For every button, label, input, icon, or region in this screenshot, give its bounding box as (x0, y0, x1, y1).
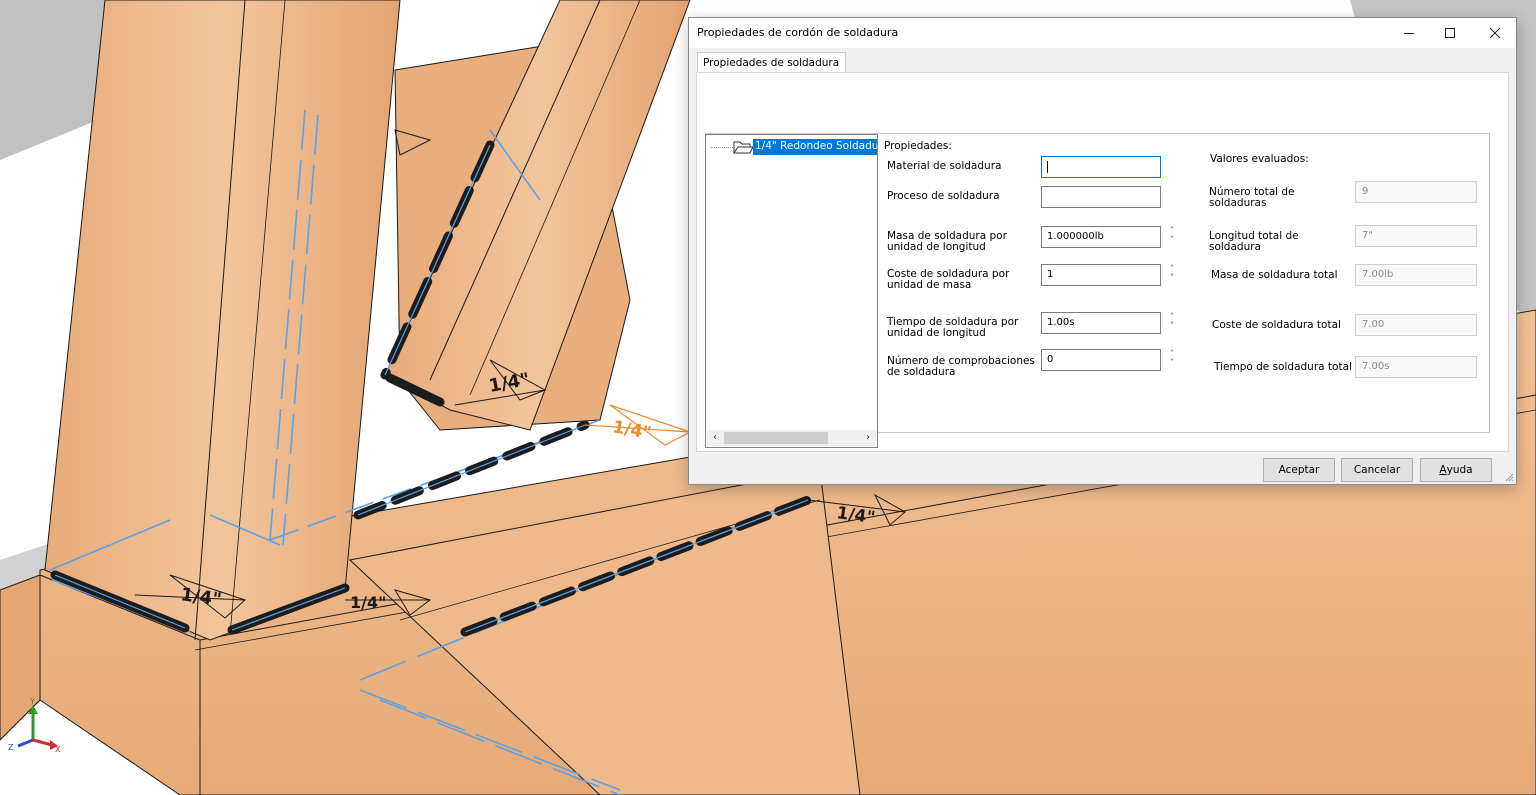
mass-per-length-spinner[interactable]: ˄ ˅ (1166, 226, 1178, 248)
total-length-label-2: soldadura (1209, 241, 1261, 253)
process-input[interactable] (1041, 186, 1161, 208)
triad-y-label: Y (29, 697, 35, 706)
time-per-length-input[interactable]: 1.00s (1041, 312, 1161, 334)
close-icon[interactable] (1475, 18, 1515, 48)
cancel-button[interactable]: Cancelar (1341, 458, 1413, 482)
dialog-title: Propiedades de cordón de soldadura (697, 26, 899, 39)
time-per-length-spinner[interactable]: ˄ ˅ (1166, 312, 1178, 334)
weld-checks-label-2: de soldadura (887, 366, 956, 378)
cost-per-mass-input[interactable]: 1 (1041, 264, 1161, 286)
help-button[interactable]: Ayuda (1420, 458, 1492, 482)
evaluated-heading: Valores evaluados: (1210, 153, 1309, 165)
total-mass-label: Masa de soldadura total (1211, 269, 1338, 281)
help-label: yuda (1446, 464, 1473, 476)
total-cost-value: 7.00 (1355, 314, 1477, 336)
total-welds-value: 9 (1355, 181, 1477, 203)
mass-per-length-label-2: unidad de longitud (887, 241, 986, 253)
weld-checks-spinner[interactable]: ˄ ˅ (1166, 349, 1178, 371)
minimize-icon[interactable] (1389, 18, 1429, 48)
scroll-thumb[interactable] (724, 432, 828, 444)
tree-item-weld[interactable]: 1/4" Redondeo Soldadura (706, 138, 877, 156)
tab-strip: Propiedades de soldadura (689, 48, 1516, 73)
folder-open-icon (732, 139, 754, 155)
cost-per-mass-spinner[interactable]: ˄ ˅ (1166, 264, 1178, 286)
triad-z-label: Z (8, 743, 14, 752)
weld-tree[interactable]: 1/4" Redondeo Soldadura ‹ › (705, 134, 878, 448)
help-mnemonic: A (1439, 464, 1447, 476)
scroll-right-icon[interactable]: › (860, 430, 876, 446)
mass-per-length-input[interactable]: 1.000000lb (1041, 226, 1161, 248)
weld-bead-properties-dialog: Propiedades de cordón de soldadura Propi… (688, 17, 1517, 485)
scroll-left-icon[interactable]: ‹ (707, 430, 723, 446)
maximize-icon[interactable] (1430, 18, 1470, 48)
properties-heading: Propiedades: (884, 140, 952, 152)
tree-horizontal-scrollbar[interactable]: ‹ › (707, 430, 876, 446)
resize-grip-icon[interactable] (1504, 472, 1514, 482)
dialog-titlebar[interactable]: Propiedades de cordón de soldadura (689, 18, 1516, 48)
total-time-label: Tiempo de soldadura total (1214, 361, 1352, 373)
cost-per-mass-label-2: unidad de masa (887, 279, 972, 291)
weld-symbol-2-label: 1/4" (350, 593, 386, 612)
material-input[interactable] (1041, 156, 1161, 178)
total-length-value: 7" (1355, 225, 1477, 247)
tab-content: 1/4" Redondeo Soldadura ‹ › (696, 72, 1509, 452)
accept-button[interactable]: Aceptar (1263, 458, 1335, 482)
total-cost-label: Coste de soldadura total (1212, 319, 1341, 331)
weld-checks-input[interactable]: 0 (1041, 349, 1161, 371)
tree-connector (711, 147, 733, 148)
process-label: Proceso de soldadura (887, 190, 1000, 202)
material-label: Material de soldadura (887, 160, 1002, 172)
triad-x-label: X (55, 745, 61, 754)
tab-weld-properties[interactable]: Propiedades de soldadura (697, 52, 847, 73)
text-caret (1047, 161, 1048, 173)
weld-symbol-selected-label: 1/4" (611, 417, 653, 443)
total-mass-value: 7.00lb (1355, 264, 1477, 286)
tree-item-label: 1/4" Redondeo Soldadura (753, 139, 877, 155)
total-welds-label-2: soldaduras (1209, 197, 1267, 209)
total-time-value: 7.00s (1355, 356, 1477, 378)
time-per-length-label-2: unidad de longitud (887, 327, 986, 339)
